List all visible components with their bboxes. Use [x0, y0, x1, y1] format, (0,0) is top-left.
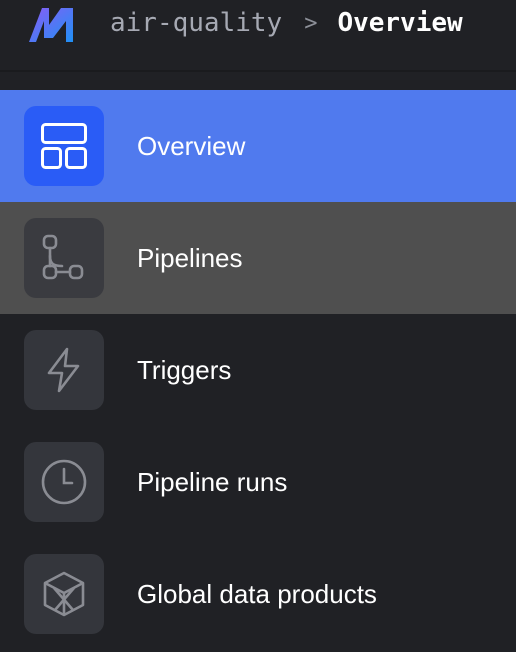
- pipeline-icon: [42, 234, 84, 280]
- sidebar-item-pipeline-runs[interactable]: Pipeline runs: [0, 426, 516, 538]
- breadcrumb-current-page: Overview: [337, 8, 463, 38]
- breadcrumb-separator: >: [304, 10, 318, 36]
- lightning-icon: [47, 347, 80, 393]
- overview-icon-container: [24, 106, 104, 186]
- breadcrumb-project[interactable]: air-quality: [110, 8, 282, 38]
- sidebar-item-global-data-products[interactable]: Global data products: [0, 538, 516, 650]
- pipelines-icon-container: [24, 218, 104, 298]
- triggers-icon-container: [24, 330, 104, 410]
- sidebar-item-label: Pipeline runs: [137, 467, 288, 497]
- pipeline-runs-icon-container: [24, 442, 104, 522]
- mage-logo-icon[interactable]: [27, 5, 75, 43]
- layout-icon: [41, 123, 87, 169]
- sidebar-item-label: Pipelines: [137, 243, 243, 273]
- sidebar-item-label: Overview: [137, 131, 246, 161]
- sidebar-item-label: Triggers: [137, 355, 232, 385]
- sidebar-item-triggers[interactable]: Triggers: [0, 314, 516, 426]
- sidebar-item-pipelines[interactable]: Pipelines: [0, 202, 516, 314]
- global-data-products-icon-container: [24, 554, 104, 634]
- top-header: air-quality > Overview: [0, 0, 516, 72]
- breadcrumb: air-quality > Overview: [110, 6, 463, 40]
- sidebar-nav: Overview Pipelines Triggers Pipeline run…: [0, 90, 516, 650]
- cube-icon: [43, 571, 85, 617]
- clock-icon: [41, 459, 87, 505]
- sidebar-item-label: Global data products: [137, 579, 377, 609]
- sidebar-item-overview[interactable]: Overview: [0, 90, 516, 202]
